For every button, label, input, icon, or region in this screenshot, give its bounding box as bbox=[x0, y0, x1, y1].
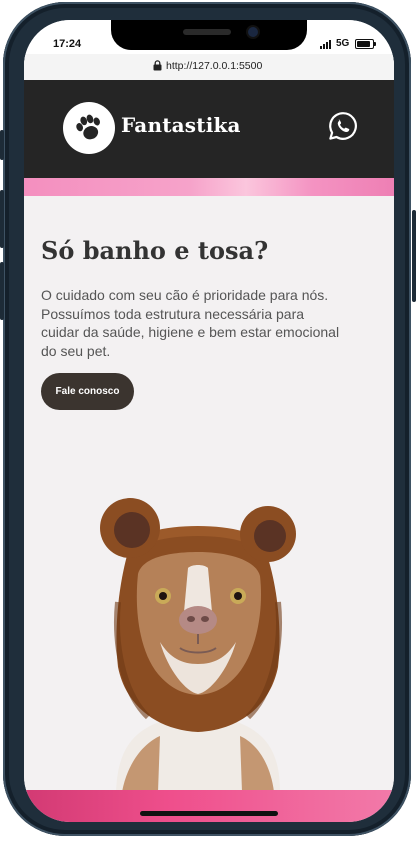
volume-down-button bbox=[0, 262, 4, 320]
paw-icon bbox=[76, 114, 100, 140]
brand-name[interactable]: Fantastika bbox=[121, 113, 241, 137]
mute-switch bbox=[0, 130, 4, 160]
logo[interactable] bbox=[63, 102, 115, 154]
hero-description: O cuidado com seu cão é prioridade para … bbox=[41, 287, 340, 359]
browser-url-bar[interactable]: http://127.0.0.1:5500 bbox=[24, 54, 394, 81]
battery-tip bbox=[374, 42, 376, 46]
footer-bar bbox=[24, 790, 394, 822]
hero-title: Só banho e tosa? bbox=[41, 236, 269, 265]
notch bbox=[111, 20, 307, 50]
volume-up-button bbox=[0, 190, 4, 248]
battery-icon bbox=[355, 39, 374, 49]
network-label: 5G bbox=[336, 38, 350, 49]
power-button bbox=[412, 210, 416, 302]
home-indicator bbox=[140, 811, 278, 816]
hero-section: Só banho e tosa? O cuidado com seu cão é… bbox=[24, 196, 394, 792]
dog-bear-costume-image bbox=[100, 498, 296, 792]
status-time: 17:24 bbox=[53, 38, 82, 50]
front-camera bbox=[248, 27, 258, 37]
banner-image-strip bbox=[24, 178, 394, 196]
url-text: http://127.0.0.1:5500 bbox=[166, 60, 263, 72]
phone-screen: 17:24 5G http://127.0.0.1:5500 Fantastik… bbox=[24, 20, 394, 822]
lock-icon bbox=[153, 60, 162, 71]
signal-icon bbox=[320, 40, 334, 49]
whatsapp-icon[interactable] bbox=[327, 110, 359, 142]
speaker bbox=[183, 29, 231, 35]
contact-button[interactable]: Fale conosco bbox=[41, 373, 134, 410]
site-header: Fantastika bbox=[24, 80, 394, 178]
